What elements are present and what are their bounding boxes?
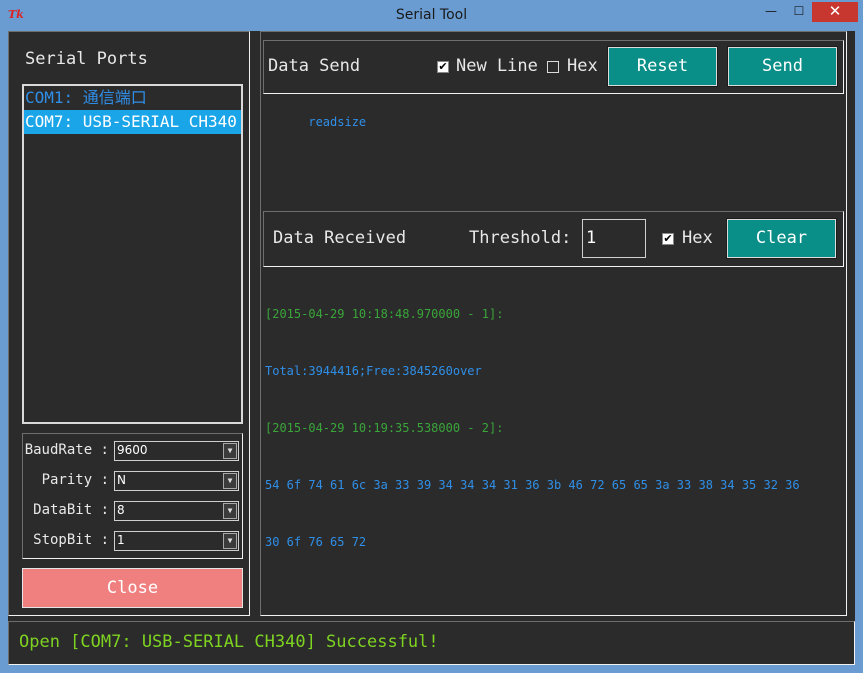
send-title: Data Send [268,56,361,76]
stopbit-row: StopBit : 1 ▼ [22,531,243,553]
databit-select[interactable]: 8 ▼ [114,501,239,521]
stopbit-label: StopBit : [33,532,109,548]
threshold-label: Threshold: [469,228,572,248]
parity-row: Parity : N ▼ [22,471,243,493]
receive-line-header: [2015-04-29 10:19:35.538000 - 2]: [265,421,504,435]
databit-row: DataBit : 8 ▼ [22,501,243,523]
baudrate-value: 9600 [117,443,148,457]
stopbit-select[interactable]: 1 ▼ [114,531,239,551]
send-hex-checkbox[interactable] [547,61,559,73]
chevron-down-icon[interactable]: ▼ [223,443,237,459]
receive-line-header: [2015-04-29 10:18:48.970000 - 1]: [265,307,504,321]
receive-title: Data Received [273,228,407,248]
status-bar: Open [COM7: USB-SERIAL CH340] Successful… [8,621,855,665]
receive-line-data: Total:3944416;Free:3845260over [265,364,482,378]
chevron-down-icon[interactable]: ▼ [223,533,237,549]
stopbit-value: 1 [117,533,125,547]
minimize-icon[interactable]: — [758,2,784,22]
reset-button[interactable]: Reset [607,46,718,87]
parity-value: N [117,473,126,487]
threshold-input[interactable]: 1 [582,219,646,258]
ports-listbox[interactable]: COM1: 通信端口 COM7: USB-SERIAL CH340 [22,84,243,424]
title-bar[interactable]: Tk Serial Tool — ☐ ✕ [0,0,863,30]
client-area: Serial Ports COM1: 通信端口 COM7: USB-SERIAL… [8,31,855,665]
receive-output[interactable]: [2015-04-29 10:18:48.970000 - 1]: Total:… [265,267,842,611]
receive-line-data: 54 6f 74 61 6c 3a 33 39 34 34 34 31 36 3… [265,478,800,492]
chevron-down-icon[interactable]: ▼ [223,473,237,489]
baudrate-label: BaudRate : [24,442,109,458]
parity-select[interactable]: N ▼ [114,471,239,491]
receive-line-data: 30 6f 76 65 72 [265,535,367,549]
send-hex-label: Hex [567,56,598,76]
config-group: BaudRate : 9600 ▼ Parity : N ▼ DataBit :… [22,433,243,559]
baudrate-row: BaudRate : 9600 ▼ [22,441,243,463]
receive-hex-checkbox[interactable]: ✔ [662,233,674,245]
chevron-down-icon[interactable]: ▼ [223,503,237,519]
send-button[interactable]: Send [727,46,838,87]
clear-button[interactable]: Clear [726,218,837,259]
close-port-button[interactable]: Close [22,568,243,608]
close-window-icon[interactable]: ✕ [812,2,858,22]
databit-label: DataBit : [33,502,109,518]
status-message: Open [COM7: USB-SERIAL CH340] Successful… [19,632,439,652]
baudrate-select[interactable]: 9600 ▼ [114,441,239,461]
maximize-icon[interactable]: ☐ [786,2,812,22]
newline-label: New Line [456,56,538,76]
newline-checkbox[interactable]: ✔ [437,61,449,73]
ports-heading: Serial Ports [25,49,148,69]
send-textarea[interactable]: readsize [265,94,842,208]
port-item-com7[interactable]: COM7: USB-SERIAL CH340 [24,110,241,134]
send-text: readsize [308,115,367,129]
port-item-com1[interactable]: COM1: 通信端口 [24,86,241,110]
parity-label: Parity : [41,472,109,488]
databit-value: 8 [117,503,125,517]
receive-hex-label: Hex [682,228,713,248]
app-window: Tk Serial Tool — ☐ ✕ Serial Ports COM1: … [0,0,863,673]
window-title: Serial Tool [395,7,468,23]
